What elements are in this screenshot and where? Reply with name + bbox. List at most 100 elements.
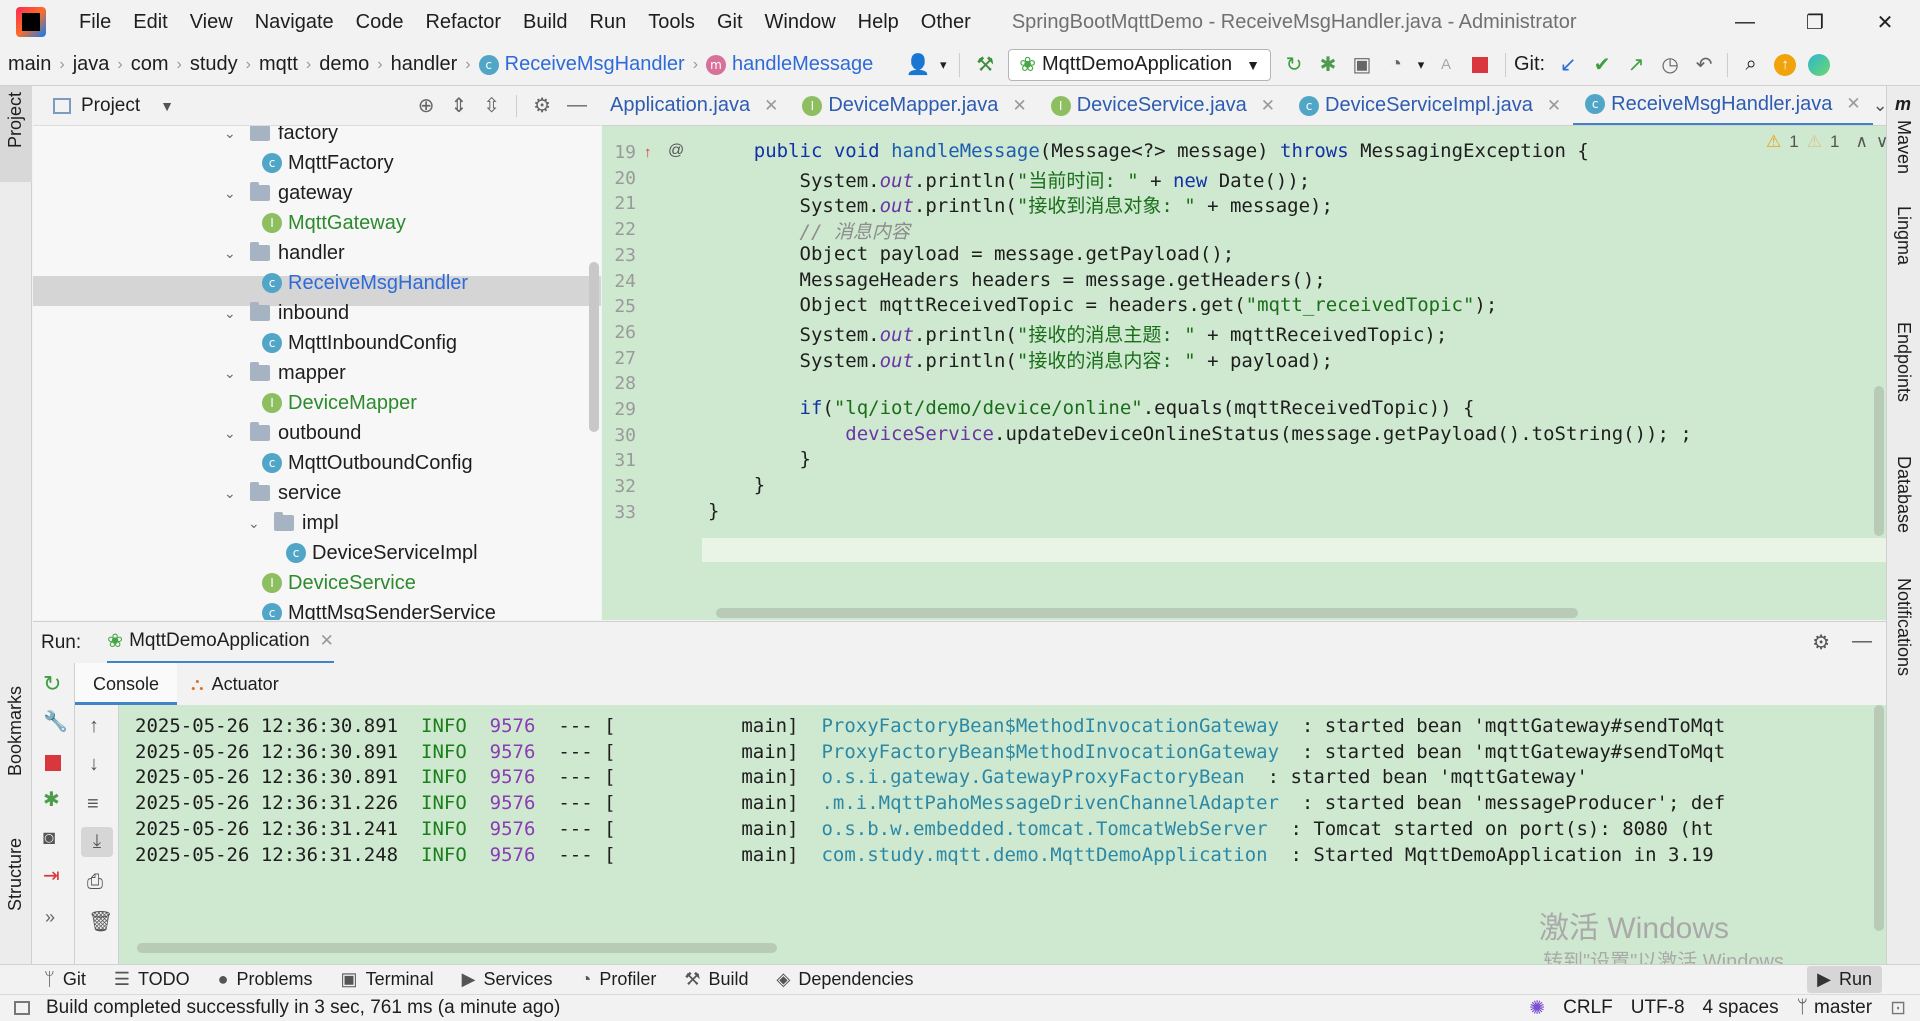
menu-code[interactable]: Code (345, 0, 415, 44)
chevron-down-icon[interactable]: ⌄ (224, 478, 238, 508)
debug-icon[interactable]: ✱ (1311, 48, 1345, 82)
camera-icon[interactable]: ◙ (43, 827, 55, 850)
inspection-widget[interactable]: ⚠ 1 ⚠ 1 ∧ ∨ (1766, 132, 1886, 152)
tree-file[interactable]: I DeviceMapper (262, 388, 417, 418)
run-configuration-select[interactable]: ❀ MqttDemoApplication ▼ (1008, 48, 1271, 81)
git-branch[interactable]: master (1814, 997, 1872, 1019)
menu-tools[interactable]: Tools (637, 0, 706, 44)
exit-icon[interactable]: ⇥ (43, 863, 60, 888)
rerun-icon[interactable]: ↻ (43, 671, 61, 697)
close-icon[interactable]: ✕ (1850, 0, 1920, 44)
menu-navigate[interactable]: Navigate (244, 0, 345, 44)
maven-tool-button[interactable]: Maven (1893, 120, 1914, 174)
tree-folder[interactable]: ⌄ service (224, 478, 341, 508)
collapse-all-icon[interactable]: ⇳ (483, 93, 500, 118)
expand-all-icon[interactable]: ⇕ (451, 93, 468, 118)
tree-folder[interactable]: ⌄ mapper (224, 358, 346, 388)
chevron-down-icon[interactable]: ⌄ (224, 358, 238, 388)
rollback-icon[interactable]: ↶ (1687, 48, 1721, 82)
notifications-tool-button[interactable]: Notifications (1893, 578, 1914, 676)
menu-window[interactable]: Window (754, 0, 847, 44)
annotation-icon[interactable]: @ (668, 142, 684, 160)
menu-edit[interactable]: Edit (122, 0, 178, 44)
chevron-down-icon[interactable]: ▼ (160, 98, 174, 114)
breadcrumb-item[interactable]: java (73, 53, 110, 76)
tree-folder[interactable]: ⌄ outbound (224, 418, 361, 448)
gear-icon[interactable]: ⚙ (1812, 630, 1830, 655)
menu-other[interactable]: Other (910, 0, 982, 44)
tree-file[interactable]: c MqttFactory (262, 148, 394, 178)
git-push-icon[interactable]: ↗ (1619, 48, 1653, 82)
git-commit-icon[interactable]: ✔ (1585, 48, 1619, 82)
terminal-tool-button[interactable]: ▣ Terminal (341, 969, 434, 990)
chevron-down-icon[interactable]: ⌄ (224, 418, 238, 448)
close-icon[interactable]: ✕ (1012, 96, 1026, 116)
tab-deviceservice[interactable]: I DeviceService.java ✕ (1039, 86, 1287, 125)
menu-file[interactable]: File (68, 0, 122, 44)
minimize-icon[interactable]: — (1710, 0, 1780, 44)
dependencies-tool-button[interactable]: ◈ Dependencies (777, 969, 914, 990)
tab-devicemapper[interactable]: I DeviceMapper.java ✕ (790, 86, 1038, 125)
indent-setting[interactable]: 4 spaces (1703, 997, 1779, 1019)
tree-folder[interactable]: ⌄ impl (248, 508, 339, 538)
bookmarks-tool-button[interactable]: Bookmarks (5, 686, 26, 776)
trash-icon[interactable]: 🗑 (88, 909, 113, 934)
tree-file[interactable]: c MqttInboundConfig (262, 328, 457, 358)
menu-build[interactable]: Build (512, 0, 578, 44)
breadcrumb-item[interactable]: demo (319, 53, 369, 76)
chevron-down-icon[interactable]: ▾ (935, 48, 951, 82)
close-icon[interactable]: ✕ (1261, 96, 1275, 116)
breadcrumb-item[interactable]: mqtt (259, 53, 298, 76)
hide-panel-icon[interactable]: — (1852, 630, 1872, 655)
tree-folder[interactable]: ⌄ factory (224, 126, 338, 148)
todo-tool-button[interactable]: ☰ TODO (114, 969, 190, 990)
scroll-to-end-icon[interactable]: ⤓ (81, 827, 113, 857)
menu-git[interactable]: Git (706, 0, 754, 44)
rerun-icon[interactable]: ↻ (1277, 48, 1311, 82)
file-encoding[interactable]: UTF-8 (1631, 997, 1685, 1019)
run-tool-button[interactable]: ▶ Run (1807, 966, 1882, 993)
soft-wrap-icon[interactable]: ≡ (87, 793, 99, 816)
chevron-down-icon[interactable]: ⌄ (224, 238, 238, 268)
chevron-down-icon[interactable]: ⌄ (224, 298, 238, 328)
project-panel-title[interactable]: Project (81, 95, 140, 117)
tree-file[interactable]: I MqttGateway (262, 208, 406, 238)
tree-file[interactable]: c ReceiveMsgHandler (262, 268, 468, 298)
code-editor[interactable]: public void handleMessage(Message<?> mes… (702, 126, 1886, 620)
line-separator[interactable]: CRLF (1563, 997, 1613, 1019)
tab-receivemsghandler[interactable]: c ReceiveMsgHandler.java ✕ (1573, 86, 1873, 125)
chevron-down-icon[interactable]: ▾ (1413, 48, 1429, 82)
lock-icon[interactable]: ⊡ (1890, 997, 1906, 1020)
tree-scrollbar[interactable] (589, 262, 599, 432)
editor-scrollbar[interactable] (1874, 386, 1884, 536)
tree-file[interactable]: c MqttOutboundConfig (262, 448, 473, 478)
locate-icon[interactable]: ⊕ (418, 93, 435, 118)
menu-run[interactable]: Run (579, 0, 638, 44)
status-message[interactable]: Build completed successfully in 3 sec, 7… (46, 997, 560, 1019)
tab-actuator[interactable]: ⛬ Actuator (177, 663, 293, 705)
tree-file[interactable]: c DeviceServiceImpl (286, 538, 478, 568)
tree-file[interactable]: c MqttMsgSenderService (262, 598, 496, 620)
breadcrumb-class[interactable]: ReceiveMsgHandler (505, 53, 685, 76)
git-tool-button[interactable]: ᛘ Git (44, 969, 86, 990)
profiler-tool-button[interactable]: ◔ Profiler (580, 969, 656, 990)
chevron-down-icon[interactable]: ⌄ (224, 178, 238, 208)
arrow-up-icon[interactable]: ↑ (89, 715, 99, 738)
lingma-tool-button[interactable]: Lingma (1893, 206, 1914, 265)
chevron-down-icon[interactable]: ⌄ (224, 126, 238, 148)
hide-panel-icon[interactable]: — (567, 94, 587, 117)
breadcrumb-item[interactable]: handler (391, 53, 458, 76)
tree-folder[interactable]: ⌄ gateway (224, 178, 353, 208)
tab-deviceserviceimpl[interactable]: c DeviceServiceImpl.java ✕ (1287, 86, 1573, 125)
jetbrains-toolbox-icon[interactable] (1802, 48, 1836, 82)
breadcrumb-item[interactable]: com (131, 53, 169, 76)
close-icon[interactable]: ✕ (1846, 94, 1860, 114)
next-highlight-icon[interactable]: ∨ (1876, 132, 1886, 152)
menu-refactor[interactable]: Refactor (414, 0, 512, 44)
tab-console[interactable]: Console (75, 663, 178, 705)
search-icon[interactable]: ⌕ (1734, 48, 1768, 82)
layout-icon[interactable] (14, 1001, 30, 1015)
more-icon[interactable]: » (45, 907, 55, 928)
update-icon[interactable]: ↑ (1768, 48, 1802, 82)
tree-file[interactable]: I DeviceService (262, 568, 416, 598)
